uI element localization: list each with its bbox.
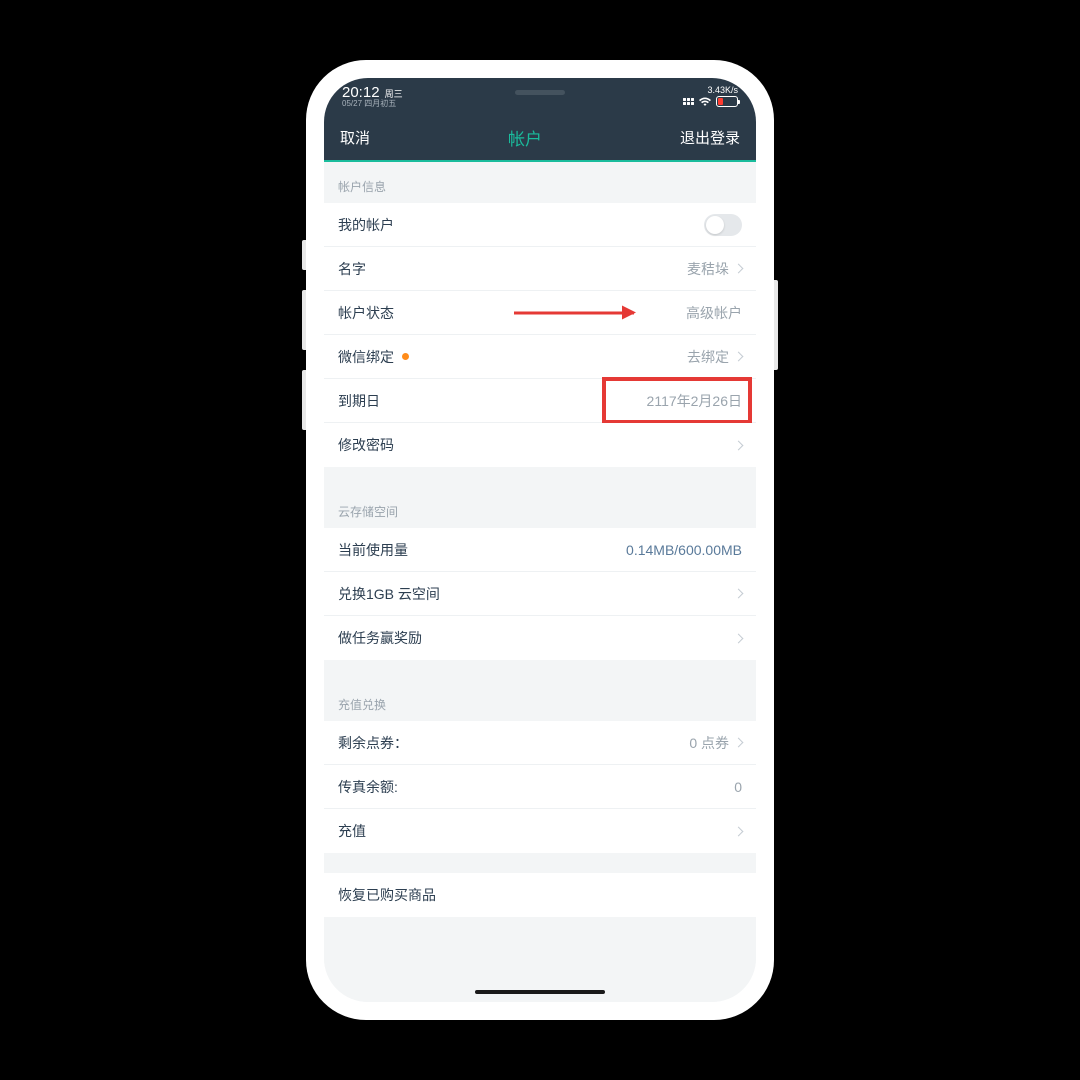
name-value: 麦秸垛	[687, 259, 729, 279]
status-value: 高级帐户	[686, 303, 742, 323]
screen: 20:12 周三 05/27 四月初五 3.43K/s	[324, 78, 756, 1002]
volume-up	[302, 290, 306, 350]
home-indicator[interactable]	[475, 990, 605, 994]
cancel-button[interactable]: 取消	[340, 127, 370, 148]
chevron-icon	[734, 589, 744, 599]
wifi-icon	[698, 97, 712, 107]
wechat-label: 微信绑定	[338, 347, 394, 367]
name-label: 名字	[338, 259, 366, 279]
section-cloud: 云存储空间 当前使用量 0.14MB/600.00MB 兑换1GB 云空间 做任…	[324, 487, 756, 660]
battery-icon	[716, 96, 738, 107]
content-scroll[interactable]: 帐户信息 我的帐户 名字 麦秸垛 帐户状态 高级帐户	[324, 162, 756, 1002]
chevron-icon	[734, 738, 744, 748]
section-account-info: 帐户信息 我的帐户 名字 麦秸垛 帐户状态 高级帐户	[324, 162, 756, 467]
row-name[interactable]: 名字 麦秸垛	[324, 247, 756, 291]
row-restore[interactable]: 恢复已购买商品	[324, 873, 756, 917]
net-speed: 3.43K/s	[707, 85, 738, 95]
section-recharge: 充值兑换 剩余点券： 0 点券 传真余额: 0 充值	[324, 680, 756, 853]
points-value: 0 点券	[689, 733, 729, 753]
chevron-icon	[734, 352, 744, 362]
account-toggle[interactable]	[704, 214, 742, 236]
section-header-recharge: 充值兑换	[324, 680, 756, 721]
usage-label: 当前使用量	[338, 540, 408, 560]
mute-switch	[302, 240, 306, 270]
chevron-icon	[734, 633, 744, 643]
notch	[435, 78, 645, 106]
chevron-icon	[734, 826, 744, 836]
chevron-icon	[734, 264, 744, 274]
phone-frame: 20:12 周三 05/27 四月初五 3.43K/s	[306, 60, 774, 1020]
row-redeem-1gb[interactable]: 兑换1GB 云空间	[324, 572, 756, 616]
fax-value: 0	[734, 779, 742, 795]
row-change-password[interactable]: 修改密码	[324, 423, 756, 467]
points-label: 剩余点券：	[338, 733, 408, 753]
row-fax[interactable]: 传真余额: 0	[324, 765, 756, 809]
row-expiry[interactable]: 到期日 2117年2月26日	[324, 379, 756, 423]
tasks-label: 做任务赢奖励	[338, 628, 422, 648]
speaker	[515, 90, 565, 95]
signal-icon	[683, 98, 694, 105]
section-header-account: 帐户信息	[324, 162, 756, 203]
section-header-cloud: 云存储空间	[324, 487, 756, 528]
usage-value: 0.14MB/600.00MB	[626, 542, 742, 558]
recharge-label: 充值	[338, 821, 366, 841]
status-label: 帐户状态	[338, 303, 394, 323]
redeem-label: 兑换1GB 云空间	[338, 584, 440, 604]
dot-icon	[402, 353, 409, 360]
row-wechat[interactable]: 微信绑定 去绑定	[324, 335, 756, 379]
page-title: 帐户	[508, 125, 542, 150]
my-account-label: 我的帐户	[338, 215, 394, 235]
volume-down	[302, 370, 306, 430]
row-my-account[interactable]: 我的帐户	[324, 203, 756, 247]
row-points[interactable]: 剩余点券： 0 点券	[324, 721, 756, 765]
arrow-annotation	[514, 311, 634, 314]
status-date: 05/27 四月初五	[342, 100, 403, 108]
nav-bar: 取消 帐户 退出登录	[324, 114, 756, 162]
row-usage[interactable]: 当前使用量 0.14MB/600.00MB	[324, 528, 756, 572]
restore-label: 恢复已购买商品	[338, 885, 436, 905]
fax-label: 传真余额:	[338, 777, 398, 797]
power-button	[774, 280, 778, 370]
chevron-icon	[734, 440, 744, 450]
status-weekday: 周三	[385, 89, 403, 99]
section-restore: 恢复已购买商品	[324, 873, 756, 917]
status-time: 20:12	[342, 84, 380, 101]
changepw-label: 修改密码	[338, 435, 394, 455]
logout-button[interactable]: 退出登录	[680, 127, 740, 148]
row-recharge[interactable]: 充值	[324, 809, 756, 853]
wechat-value: 去绑定	[687, 347, 729, 367]
row-tasks[interactable]: 做任务赢奖励	[324, 616, 756, 660]
expiry-label: 到期日	[338, 391, 380, 411]
expiry-value: 2117年2月26日	[647, 391, 742, 411]
row-account-status[interactable]: 帐户状态 高级帐户	[324, 291, 756, 335]
